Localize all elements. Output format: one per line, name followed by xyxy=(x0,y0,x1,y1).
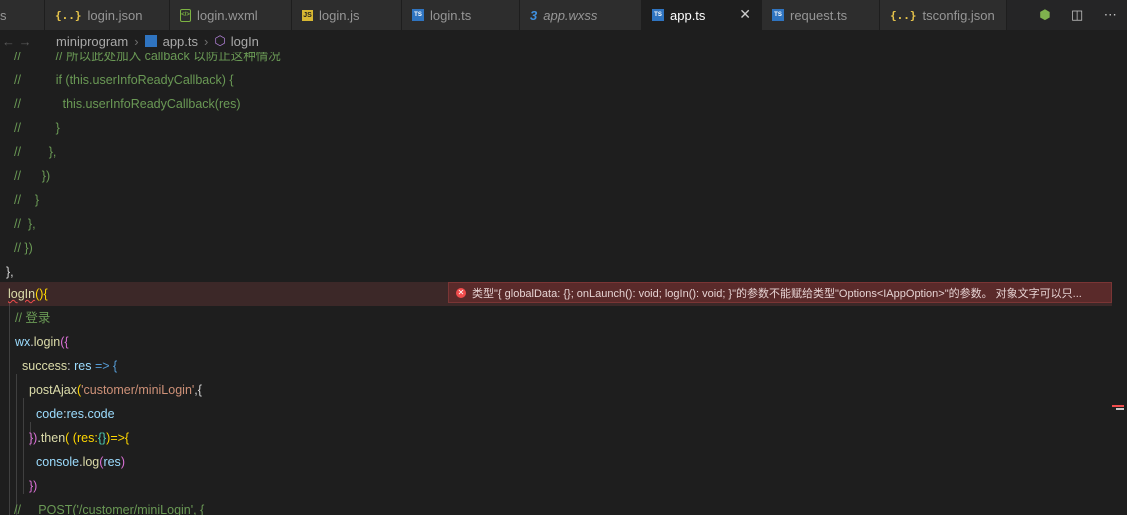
tab-label: s xyxy=(0,7,7,23)
code-line: postAjax('customer/miniLogin',{ xyxy=(29,383,202,397)
scrollbar-cursor-marker xyxy=(1116,408,1124,410)
error-message: 类型"{ globalData: {}; onLaunch(): void; l… xyxy=(472,287,1082,300)
tab-label: login.json xyxy=(87,7,143,23)
wxml-file-icon: </> xyxy=(180,8,191,22)
json-file-icon: {..} xyxy=(890,8,917,22)
code-line: code:res.code xyxy=(36,407,115,421)
tab-app-wxss[interactable]: 3 app.wxss xyxy=(520,0,642,30)
code-line: // }, xyxy=(14,145,57,159)
css-file-icon: 3 xyxy=(530,7,538,23)
tab-login-json[interactable]: {..} login.json xyxy=(45,0,170,30)
breadcrumb-folder[interactable]: miniprogram xyxy=(56,34,128,49)
breadcrumb-separator-icon: › xyxy=(204,33,209,49)
code-line: // } xyxy=(14,193,40,207)
ts-file-icon: TS xyxy=(772,9,784,21)
indent-guide xyxy=(9,302,10,515)
code-line: // }) xyxy=(14,241,33,255)
tab-login-wxml[interactable]: </> login.wxml xyxy=(170,0,292,30)
more-actions-icon[interactable]: ⋯ xyxy=(1104,7,1117,23)
code-line: // }, xyxy=(14,217,36,231)
code-line: success: res => { xyxy=(22,359,118,373)
tab-app-ts[interactable]: TS app.ts ✕ xyxy=(642,0,762,30)
code-line: // if (this.userInfoReadyCallback) { xyxy=(14,73,234,87)
tab-request-ts[interactable]: TS request.ts xyxy=(762,0,880,30)
editor-actions: ⬢ ◫ ⋯ xyxy=(1029,0,1127,30)
code-line: // } xyxy=(14,121,60,135)
breadcrumb-symbol[interactable]: logIn xyxy=(231,34,259,49)
ts-file-icon: TS xyxy=(652,9,664,21)
code-line: }) xyxy=(29,479,38,493)
code-line: // }) xyxy=(14,169,51,183)
nav-back-forward-icon[interactable]: ← → xyxy=(2,34,32,49)
tab-label: login.wxml xyxy=(197,7,258,23)
tab-tsconfig-json[interactable]: {..} tsconfig.json xyxy=(880,0,1007,30)
scrollbar-error-marker[interactable] xyxy=(1112,405,1124,407)
json-file-icon: {..} xyxy=(55,8,82,22)
error-diagnostic-inline[interactable]: ✕ 类型"{ globalData: {}; onLaunch(): void;… xyxy=(448,282,1112,303)
code-line: }).then( (res:{})=>{ xyxy=(29,431,130,445)
code-line: wx.login({ xyxy=(15,335,69,349)
breadcrumb-file[interactable]: app.ts xyxy=(163,34,198,49)
method-symbol-icon: ⬡ xyxy=(214,33,226,48)
tab-label: login.ts xyxy=(430,7,472,23)
js-file-icon: JS xyxy=(302,9,313,21)
open-preview-icon[interactable]: ⬢ xyxy=(1039,7,1050,23)
indent-guide xyxy=(16,374,17,515)
code-line: console.log(res) xyxy=(36,455,125,469)
tab-label: tsconfig.json xyxy=(922,7,995,23)
tab-label: app.wxss xyxy=(543,7,598,23)
code-line: }, xyxy=(6,265,14,279)
code-line: // this.userInfoReadyCallback(res) xyxy=(14,97,241,111)
ts-file-icon xyxy=(144,35,157,47)
breadcrumb-separator-icon: › xyxy=(134,33,139,49)
code-line: // 登录 xyxy=(15,311,51,325)
split-editor-icon[interactable]: ◫ xyxy=(1071,7,1083,23)
close-icon[interactable]: ✕ xyxy=(739,6,751,23)
tab-label: app.ts xyxy=(670,7,706,23)
error-icon: ✕ xyxy=(456,287,466,298)
code-line: // // 所以此处加入 callback 以防止这种情况 xyxy=(14,52,281,63)
tab-label: request.ts xyxy=(790,7,848,23)
ts-file-icon: TS xyxy=(412,9,424,21)
tab-label: login.js xyxy=(319,7,360,23)
tab-s[interactable]: s xyxy=(0,0,45,30)
editor-tab-bar: s {..} login.json </> login.wxml JS login.js TS… xyxy=(0,0,1127,30)
tab-login-ts[interactable]: TS login.ts xyxy=(402,0,520,30)
indent-guide xyxy=(23,398,24,494)
tab-login-js[interactable]: JS login.js xyxy=(292,0,402,30)
error-squiggle[interactable]: logIn xyxy=(0,287,35,301)
code-line: // POST('/customer/miniLogin', { xyxy=(14,503,205,515)
breadcrumb: ← → miniprogram › app.ts › ⬡ logIn xyxy=(0,30,1127,52)
